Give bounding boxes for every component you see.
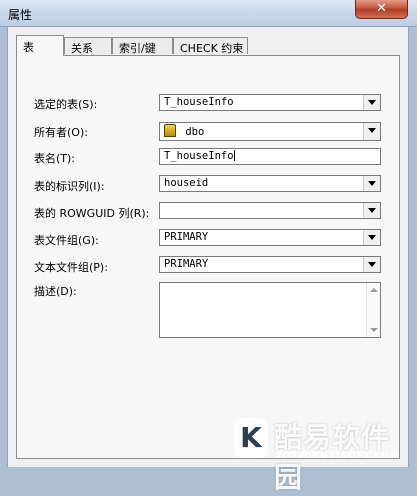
selected-table-combo[interactable]: T_houseInfo	[159, 94, 381, 111]
selected-table-label: 选定的表(S):	[34, 98, 98, 111]
selected-table-value: T_houseInfo	[164, 96, 234, 108]
chevron-down-icon[interactable]	[363, 123, 380, 140]
chevron-down-icon[interactable]	[363, 95, 380, 110]
rowguid-column-label: 表的 ROWGUID 列(R):	[34, 207, 150, 220]
owner-icon	[164, 124, 176, 137]
window-title: 属性	[8, 8, 33, 22]
table-name-input[interactable]: T_houseInfo	[159, 148, 381, 165]
chevron-down-icon[interactable]	[363, 176, 380, 191]
scroll-up-icon[interactable]	[370, 288, 378, 292]
watermark-url: WWW.KUYISOFT.COM	[276, 451, 401, 461]
text-filegroup-value: PRIMARY	[164, 258, 209, 270]
title-bar: 属性 ✕	[0, 0, 417, 27]
scroll-down-icon[interactable]	[370, 328, 378, 332]
tab-indexes-keys[interactable]: 索引/键	[112, 37, 173, 55]
close-icon: ✕	[376, 1, 387, 16]
tab-check-constraints-label: CHECK 约束	[180, 42, 244, 55]
table-filegroup-combo[interactable]: PRIMARY	[159, 229, 381, 246]
text-filegroup-label: 文本文件组(P):	[34, 261, 108, 274]
tab-indexes-keys-label: 索引/键	[119, 42, 156, 55]
owner-label: 所有者(O):	[34, 126, 88, 139]
tab-table[interactable]: 表	[16, 35, 64, 56]
identity-column-label: 表的标识列(I):	[34, 180, 105, 193]
dialog-body: 表 关系 索引/键 CHECK 约束 选定的表(S): T_houseInfo …	[7, 27, 409, 467]
table-name-label: 表名(T):	[34, 152, 76, 165]
table-properties-panel: 选定的表(S): T_houseInfo 所有者(O): dbo 表名(T): …	[16, 55, 400, 459]
description-label: 描述(D):	[34, 285, 77, 298]
description-scrollbar[interactable]	[366, 283, 380, 337]
owner-value: dbo	[185, 126, 205, 138]
chevron-down-icon[interactable]	[363, 257, 380, 272]
close-button[interactable]: ✕	[355, 0, 408, 19]
tab-relationships[interactable]: 关系	[64, 37, 112, 55]
text-filegroup-combo[interactable]: PRIMARY	[159, 256, 381, 273]
chevron-down-icon[interactable]	[363, 230, 380, 245]
identity-column-value: houseid	[164, 177, 209, 189]
watermark-logo: K	[234, 418, 268, 458]
site-watermark: K 酷易软件园 WWW.KUYISOFT.COM	[232, 416, 416, 494]
chevron-down-icon[interactable]	[363, 203, 380, 218]
table-filegroup-label: 表文件组(G):	[34, 234, 99, 247]
tab-check-constraints[interactable]: CHECK 约束	[173, 37, 248, 55]
tab-table-label: 表	[23, 41, 34, 54]
identity-column-combo[interactable]: houseid	[159, 175, 381, 192]
tab-relationships-label: 关系	[71, 42, 93, 55]
owner-combo[interactable]: dbo	[159, 122, 381, 141]
rowguid-column-combo[interactable]	[159, 202, 381, 219]
table-name-value: T_houseInfo	[164, 150, 234, 162]
description-textarea[interactable]	[159, 282, 381, 338]
table-filegroup-value: PRIMARY	[164, 231, 209, 243]
text-cursor	[233, 150, 235, 161]
